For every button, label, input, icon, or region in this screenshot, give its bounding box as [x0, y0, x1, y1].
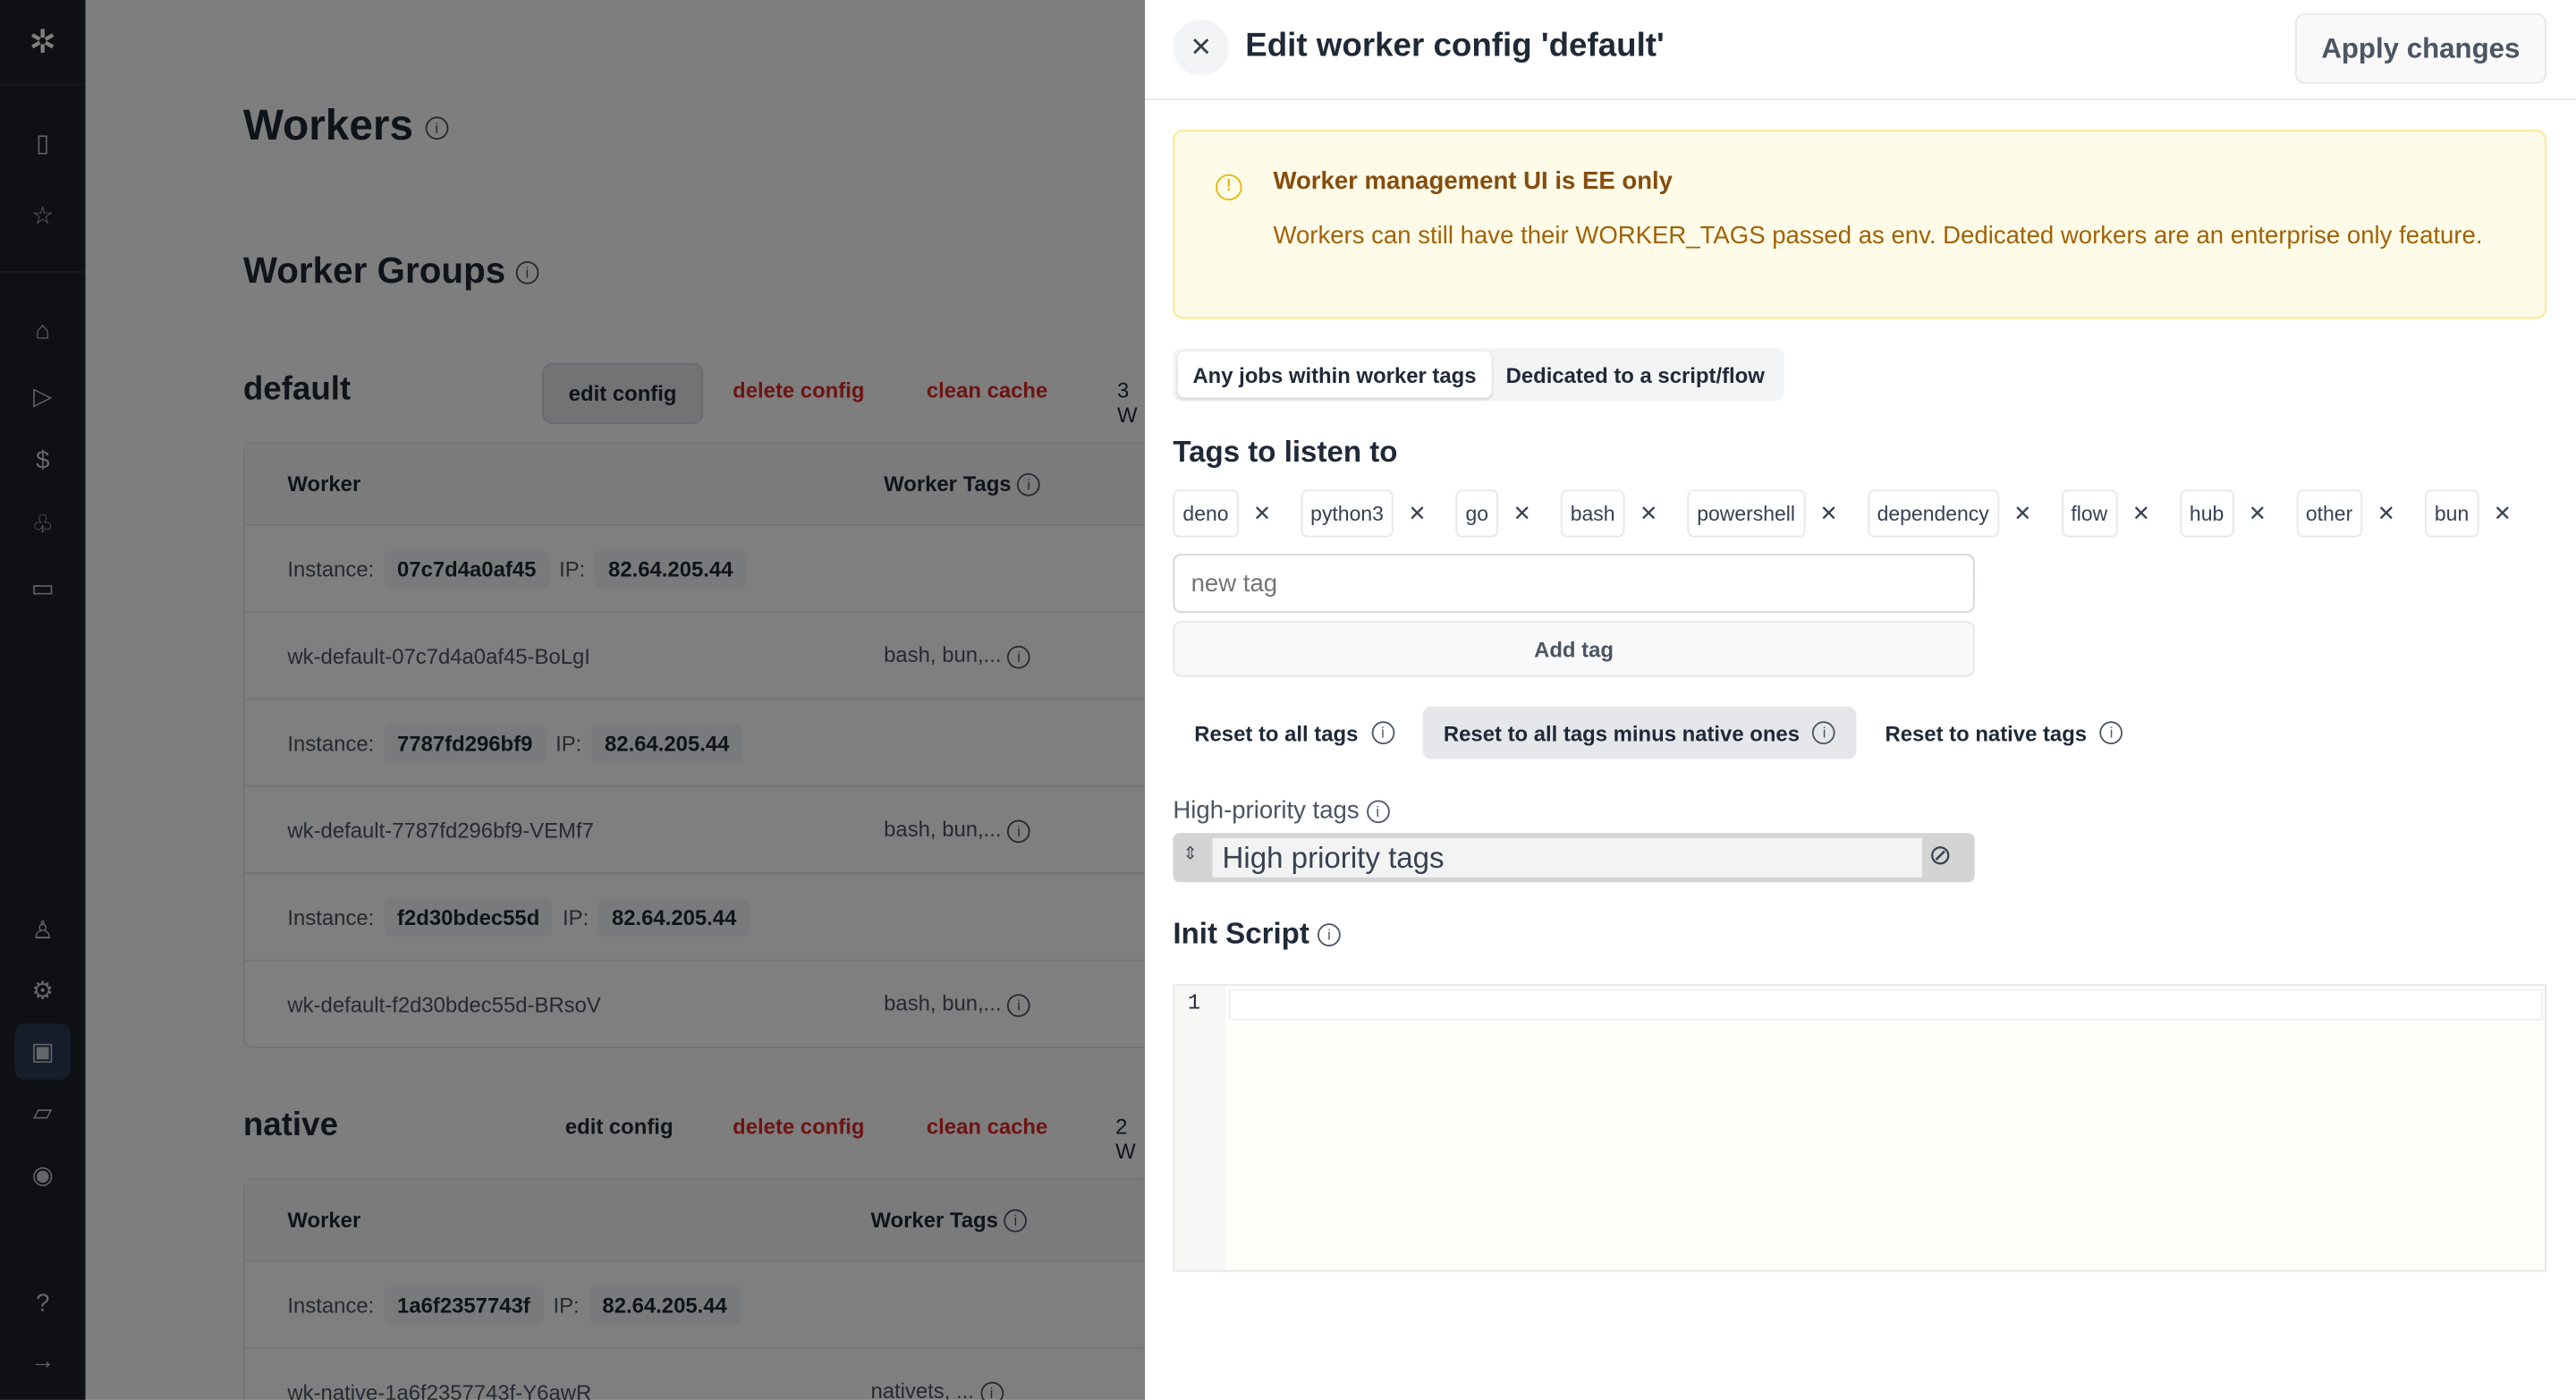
mode-any-jobs[interactable]: Any jobs within worker tags [1177, 352, 1492, 398]
tags-title: Tags to listen to [1173, 435, 1398, 469]
info-icon[interactable]: i [2099, 721, 2123, 745]
edit-config-drawer: ✕ Edit worker config 'default' Apply cha… [1145, 0, 2576, 1400]
ee-alert: ! Worker management UI is EE only Worker… [1173, 130, 2546, 319]
tag-chip: go [1455, 489, 1499, 538]
info-icon[interactable]: i [1371, 721, 1394, 745]
remove-tag-icon[interactable]: ✕ [2132, 500, 2150, 526]
remove-tag-icon[interactable]: ✕ [1513, 500, 1531, 526]
alert-title: Worker management UI is EE only [1273, 167, 1674, 196]
warning-icon: ! [1216, 174, 1242, 201]
line-number: 1 [1187, 990, 1201, 1016]
chevron-updown-icon: ⇕ [1182, 844, 1199, 865]
button-label: Reset to native tags [1885, 720, 2088, 745]
tag-chip: hub [2179, 489, 2234, 538]
remove-tag-icon[interactable]: ✕ [2494, 500, 2512, 526]
remove-tag-icon[interactable]: ✕ [1408, 500, 1426, 526]
button-label: Reset to all tags minus native ones [1443, 720, 1800, 745]
remove-tag-icon[interactable]: ✕ [2249, 500, 2267, 526]
tag-chip: python3 [1301, 489, 1394, 538]
reset-all-tags-button[interactable]: Reset to all tags i [1173, 707, 1415, 759]
editor-gutter: 1 [1174, 986, 1226, 1270]
remove-tag-icon[interactable]: ✕ [2013, 500, 2031, 526]
tags-list: deno ✕ python3 ✕ go ✕ bash ✕ powershell ✕ dep… [1173, 489, 2540, 538]
remove-tag-icon[interactable]: ✕ [1640, 500, 1657, 526]
info-icon[interactable]: i [1366, 800, 1390, 824]
label-text: High-priority tags [1173, 796, 1360, 826]
drawer-title: Edit worker config 'default' [1245, 28, 1665, 64]
reset-buttons: Reset to all tags i Reset to all tags min… [1173, 706, 2145, 759]
alert-body: Workers can still have their WORKER_TAGS… [1273, 221, 2483, 250]
tag-chip: dependency [1867, 489, 1999, 538]
tag-chip: flow [2061, 489, 2118, 538]
reset-native-tags-button[interactable]: Reset to native tags i [1864, 707, 2145, 759]
init-script-editor[interactable]: 1 [1173, 984, 2546, 1272]
new-tag-input[interactable] [1173, 553, 1975, 614]
tag-chip: powershell [1687, 489, 1805, 538]
mode-dedicated[interactable]: Dedicated to a script/flow [1491, 352, 1779, 397]
current-line [1228, 988, 2544, 1021]
tag-chip: bash [1560, 489, 1625, 538]
info-icon[interactable]: i [1812, 721, 1836, 745]
tag-chip: other [2295, 489, 2363, 538]
clear-icon[interactable]: ⊘ [1928, 840, 1952, 873]
remove-tag-icon[interactable]: ✕ [2377, 500, 2395, 526]
init-script-title: Init Script i [1173, 916, 1341, 952]
drawer-header: ✕ Edit worker config 'default' Apply cha… [1145, 0, 2576, 101]
remove-tag-icon[interactable]: ✕ [1820, 500, 1838, 526]
info-icon[interactable]: i [1318, 923, 1341, 947]
modal-backdrop[interactable] [0, 0, 1146, 1400]
high-priority-input[interactable]: High priority tags [1212, 837, 1922, 878]
title-text: Init Script [1173, 916, 1309, 950]
tag-chip: deno [1173, 489, 1239, 538]
mode-toggle: Any jobs within worker tags Dedicated to… [1173, 348, 1784, 402]
apply-changes-button[interactable]: Apply changes [2294, 13, 2546, 84]
add-tag-button[interactable]: Add tag [1173, 621, 1975, 677]
high-priority-select[interactable]: ⇕ High priority tags ⊘ [1173, 833, 1975, 883]
close-icon[interactable]: ✕ [1173, 20, 1229, 76]
remove-tag-icon[interactable]: ✕ [1253, 500, 1271, 526]
reset-minus-native-button[interactable]: Reset to all tags minus native ones i [1422, 706, 1858, 759]
button-label: Reset to all tags [1194, 720, 1359, 745]
tag-chip: bun [2424, 489, 2479, 538]
high-priority-label: High-priority tags i [1173, 796, 1390, 826]
